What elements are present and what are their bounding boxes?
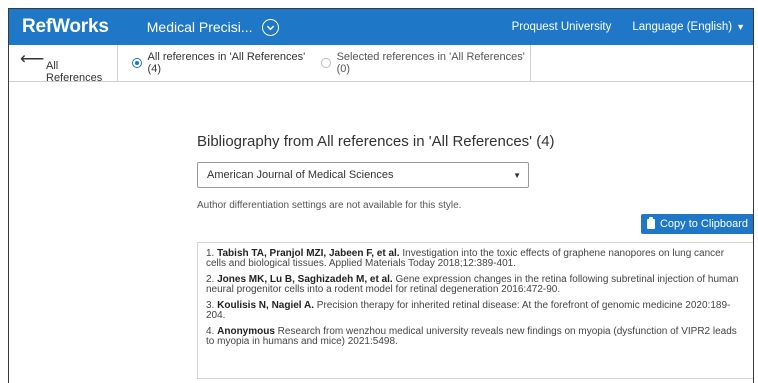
copy-to-clipboard-button[interactable]: Copy to Clipboard (641, 214, 753, 234)
top-bar: RefWorks Medical Precisi... Proquest Uni… (9, 9, 753, 45)
radio-unchecked-icon (321, 58, 331, 68)
bibliography-entry: 4. Anonymous Research from wenzhou medic… (206, 327, 745, 347)
language-label: Language (English) (632, 21, 733, 33)
project-dropdown-icon[interactable] (261, 18, 279, 36)
style-note: Author differentiation settings are not … (197, 200, 462, 211)
back-label: All References (46, 60, 103, 84)
entry-text: Research from wenzhou medical university… (206, 326, 737, 347)
bibliography-entry: 2. Jones MK, Lu B, Saghizadeh M, et al. … (206, 275, 745, 295)
copy-button-label: Copy to Clipboard (659, 218, 749, 230)
project-title[interactable]: Medical Precisi... (147, 19, 253, 35)
entry-authors: Koulisis N, Nagiel A. (217, 300, 314, 311)
left-arrow-icon: ⟵ (20, 49, 45, 68)
chevron-down-icon: ▼ (736, 22, 745, 32)
sub-toolbar: ⟵ All References All references in 'All … (9, 45, 753, 84)
back-button[interactable]: ⟵ All References (9, 45, 118, 84)
bibliography-box: 1. Tabish TA, Pranjol MZI, Jabeen F, et … (197, 242, 753, 379)
radio-all-label: All references in 'All References' (4) (147, 51, 306, 75)
bibliography-entry: 1. Tabish TA, Pranjol MZI, Jabeen F, et … (206, 249, 745, 269)
chevron-down-icon: ▼ (513, 171, 521, 180)
radio-selected-references[interactable]: Selected references in 'All References' … (321, 51, 530, 75)
citation-style-value: American Journal of Medical Sciences (207, 169, 394, 181)
bibliography-heading: Bibliography from All references in 'All… (197, 133, 555, 150)
institution-link[interactable]: Proquest University (512, 21, 612, 33)
refworks-logo[interactable]: RefWorks (22, 16, 109, 38)
language-menu[interactable]: Language (English) ▼ (632, 21, 745, 33)
radio-all-references[interactable]: All references in 'All References' (4) (132, 51, 312, 75)
reference-scope-radios: All references in 'All References' (4) S… (119, 45, 531, 81)
citation-style-select[interactable]: American Journal of Medical Sciences ▼ (197, 162, 529, 188)
radio-selected-label: Selected references in 'All References' … (336, 51, 525, 75)
bibliography-entry: 3. Koulisis N, Nagiel A. Precision thera… (206, 301, 745, 321)
app-frame: RefWorks Medical Precisi... Proquest Uni… (8, 8, 754, 383)
radio-checked-icon (132, 58, 142, 68)
clipboard-icon (646, 217, 655, 229)
